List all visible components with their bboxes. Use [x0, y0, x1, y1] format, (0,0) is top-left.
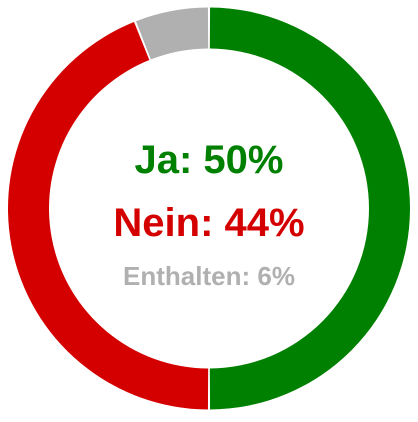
slice-nein: [8, 22, 209, 410]
donut-chart: [8, 7, 410, 410]
slice-enthalten: [135, 7, 209, 60]
slice-ja: [209, 7, 410, 410]
